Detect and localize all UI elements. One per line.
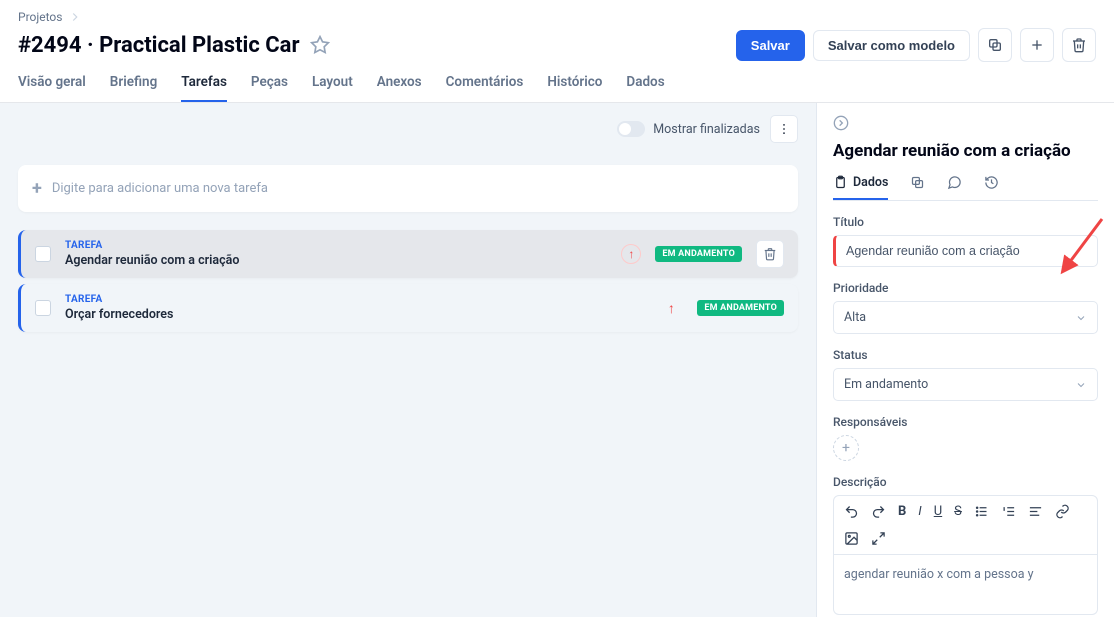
undo-icon [844, 504, 859, 519]
task-type-label: TAREFA [65, 294, 645, 305]
editor-toolbar: B I U S [833, 495, 1098, 555]
add-task-placeholder: Digite para adicionar uma nova tarefa [52, 181, 268, 196]
expand-icon [871, 531, 886, 546]
bullet-list-button[interactable] [974, 504, 989, 519]
strikethrough-button[interactable]: S [954, 504, 962, 519]
italic-button[interactable]: I [918, 504, 921, 519]
tab-tarefas[interactable]: Tarefas [181, 74, 227, 102]
task-list-panel: Mostrar finalizadas + Digite para adicio… [0, 103, 816, 617]
expand-button[interactable] [871, 531, 886, 546]
titulo-input[interactable] [833, 235, 1098, 267]
priority-high-icon: ↑ [621, 244, 641, 264]
collapse-panel-button[interactable] [833, 115, 1098, 135]
external-link-icon [910, 175, 925, 190]
task-checkbox[interactable] [35, 300, 51, 316]
link-button[interactable] [1055, 504, 1070, 519]
descricao-label: Descrição [833, 475, 1098, 489]
save-as-model-button[interactable]: Salvar como modelo [813, 30, 970, 61]
link-icon [1055, 504, 1070, 519]
titulo-label: Título [833, 215, 1098, 229]
bullet-list-icon [974, 504, 989, 519]
task-title: Agendar reunião com a criação [65, 253, 607, 268]
status-label: Status [833, 348, 1098, 362]
chevron-right-icon [68, 10, 82, 24]
task-detail-panel: Agendar reunião com a criação Dados Títu… [816, 103, 1114, 617]
numbered-list-icon [1001, 504, 1016, 519]
align-icon [1028, 504, 1043, 519]
page-title: #2494 · Practical Plastic Car [18, 33, 300, 58]
breadcrumb-root[interactable]: Projetos [18, 10, 62, 24]
descricao-editor[interactable]: agendar reunião x com a pessoa y [833, 555, 1098, 615]
clipboard-icon [833, 175, 848, 190]
copy-icon [987, 37, 1003, 53]
tab-peças[interactable]: Peças [251, 74, 288, 102]
image-icon [844, 531, 859, 546]
breadcrumb[interactable]: Projetos [18, 10, 1096, 24]
panel-tab-history[interactable] [984, 175, 999, 200]
trash-icon [1071, 37, 1087, 53]
task-title: Orçar fornecedores [65, 307, 645, 322]
chevron-down-icon [1075, 312, 1087, 324]
duplicate-button[interactable] [978, 28, 1012, 62]
image-button[interactable] [844, 531, 859, 546]
trash-icon [763, 247, 777, 261]
redo-icon [871, 504, 886, 519]
tab-layout[interactable]: Layout [312, 74, 353, 102]
save-button[interactable]: Salvar [736, 30, 805, 61]
task-checkbox[interactable] [35, 246, 51, 262]
add-task-input[interactable]: + Digite para adicionar uma nova tarefa [18, 165, 798, 212]
delete-task-button[interactable] [756, 240, 784, 268]
numbered-list-button[interactable] [1001, 504, 1016, 519]
tab-histórico[interactable]: Histórico [547, 74, 602, 102]
chevron-down-icon [1075, 379, 1087, 391]
main-tabs: Visão geral Briefing Tarefas Peças Layout Ane… [0, 62, 1114, 103]
task-type-label: TAREFA [65, 240, 607, 251]
status-badge: EM ANDAMENTO [655, 246, 742, 262]
tab-dados[interactable]: Dados [626, 74, 664, 102]
add-responsavel-button[interactable]: + [833, 435, 859, 461]
show-finished-toggle[interactable] [617, 121, 645, 137]
show-finished-label: Mostrar finalizadas [653, 122, 760, 137]
responsaveis-label: Responsáveis [833, 415, 1098, 429]
align-button[interactable] [1028, 504, 1043, 519]
panel-title: Agendar reunião com a criação [833, 141, 1098, 161]
status-select[interactable]: Em andamento [833, 368, 1098, 401]
underline-button[interactable]: U [934, 504, 942, 519]
plus-icon: + [32, 178, 42, 199]
add-button[interactable] [1020, 28, 1054, 62]
chevron-right-circle-icon [833, 115, 849, 131]
history-icon [984, 175, 999, 190]
tab-visão-geral[interactable]: Visão geral [18, 74, 86, 102]
status-badge: EM ANDAMENTO [697, 300, 784, 316]
undo-button[interactable] [844, 504, 859, 519]
bold-button[interactable]: B [898, 504, 906, 519]
tab-comentários[interactable]: Comentários [446, 74, 524, 102]
more-options-button[interactable] [770, 115, 798, 143]
plus-icon [1029, 37, 1045, 53]
panel-tab-dados[interactable]: Dados [833, 175, 888, 200]
tab-anexos[interactable]: Anexos [377, 74, 422, 102]
delete-button[interactable] [1062, 28, 1096, 62]
comment-icon [947, 175, 962, 190]
prioridade-select[interactable]: Alta [833, 301, 1098, 334]
redo-button[interactable] [871, 504, 886, 519]
dots-vertical-icon [777, 122, 791, 136]
panel-tab-comments[interactable] [947, 175, 962, 200]
prioridade-label: Prioridade [833, 281, 1098, 295]
star-icon[interactable] [310, 35, 330, 55]
tab-briefing[interactable]: Briefing [110, 74, 157, 102]
priority-high-icon: ↑ [659, 300, 683, 317]
task-row[interactable]: TAREFA Agendar reunião com a criação ↑ EM A… [18, 230, 798, 278]
task-row[interactable]: TAREFA Orçar fornecedores ↑ EM ANDAMENTO [18, 284, 798, 332]
panel-tab-links[interactable] [910, 175, 925, 200]
